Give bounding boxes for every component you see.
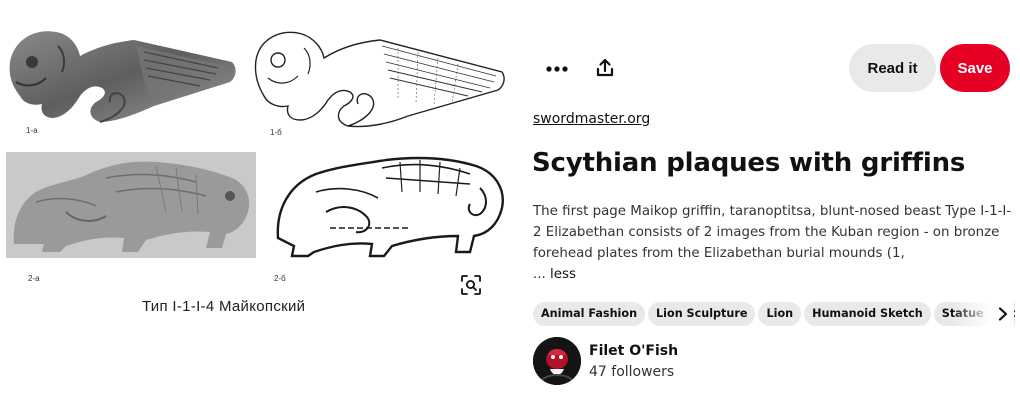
tag-chip[interactable]: Humanoid Sketch bbox=[804, 302, 931, 326]
follower-count: 47 followers bbox=[589, 364, 675, 380]
plate-photo-1a: 1-a bbox=[4, 22, 240, 135]
tags-row: Animal Fashion Lion Sculpture Lion Humanoid… bbox=[533, 302, 1015, 328]
tag-chip[interactable]: Animal Fashion bbox=[533, 302, 646, 326]
save-button[interactable]: Save bbox=[940, 44, 1010, 92]
share-upload-icon[interactable] bbox=[590, 52, 620, 84]
description-ellipsis: ... bbox=[533, 267, 546, 282]
tag-chip[interactable]: Lion bbox=[758, 302, 802, 326]
pin-image[interactable]: 1-a 1-б 2-a 2-б Тип I-1-I-4 Майкопский bbox=[0, 0, 512, 402]
description-text: The first page Maikop griffin, taranopti… bbox=[533, 204, 1012, 261]
less-link[interactable]: less bbox=[550, 267, 576, 282]
plate-drawing-1b: 1-б bbox=[248, 20, 510, 137]
tag-chip[interactable]: Lion Sculpture bbox=[648, 302, 756, 326]
plate-label-2b: 2-б bbox=[274, 274, 286, 283]
avatar[interactable] bbox=[533, 337, 581, 385]
plate-photo-2a: 2-a bbox=[6, 152, 256, 283]
lens-search-icon[interactable] bbox=[458, 272, 484, 298]
image-caption: Тип I-1-I-4 Майкопский bbox=[142, 298, 306, 315]
chevron-right-icon[interactable] bbox=[992, 302, 1014, 326]
ellipsis-icon[interactable] bbox=[542, 54, 572, 84]
pin-details-panel: Read it Save swordmaster.org Scythian pl… bbox=[512, 0, 1020, 402]
plate-drawing-2b: 2-б bbox=[270, 148, 510, 283]
plate-label-1b: 1-б bbox=[270, 128, 282, 137]
pin-description: The first page Maikop griffin, taranopti… bbox=[533, 201, 1013, 285]
author-name[interactable]: Filet O'Fish bbox=[589, 343, 678, 359]
source-link[interactable]: swordmaster.org bbox=[533, 111, 650, 127]
plate-label-2a: 2-a bbox=[28, 274, 40, 283]
pin-title: Scythian plaques with griffins bbox=[532, 148, 966, 178]
plate-label-1a: 1-a bbox=[26, 126, 38, 135]
tag-chip[interactable]: Statue bbox=[933, 302, 992, 326]
read-it-button[interactable]: Read it bbox=[849, 44, 936, 92]
